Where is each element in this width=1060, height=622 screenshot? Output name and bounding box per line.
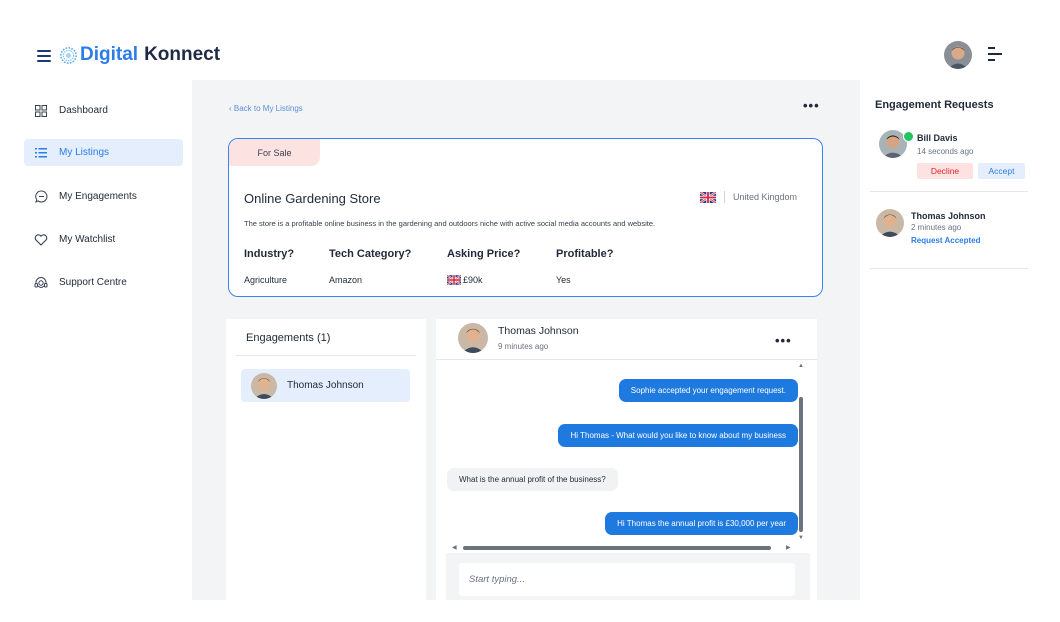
engagement-requests-title: Engagement Requests [875,99,994,111]
avatar [458,323,488,353]
country-name: United Kingdom [732,192,797,202]
chat-horizontal-scrollbar[interactable] [463,546,771,550]
list-icon [34,146,48,160]
scroll-up-arrow-icon[interactable]: ▲ [798,363,804,369]
divider [436,359,817,360]
asking-price-text: £90k [463,275,483,285]
divider [870,268,1028,269]
sidebar-item-dashboard[interactable]: Dashboard [24,97,183,124]
listing-title: Online Gardening Store [244,191,381,206]
avatar-thomas-icon [251,372,277,399]
engagement-name: Thomas Johnson [287,380,364,391]
sidebar-item-label: Support Centre [59,277,127,288]
sidebar-item-label: Dashboard [59,105,108,116]
profitable-value: Yes [556,275,571,285]
listing-country: United Kingdom [699,191,797,203]
for-sale-badge: For Sale [229,139,320,166]
industry-header: Industry? [244,248,295,260]
tech-category-value: Amazon [329,275,363,285]
chat-panel: Thomas Johnson 9 minutes ago ••• Sophie … [436,319,817,600]
listing-description: The store is a profitable online busines… [244,219,656,228]
chat-message: Sophie accepted your engagement request. [618,379,798,402]
industry-value: Agriculture [244,275,288,285]
engagements-panel: Engagements (1) Thomas Johnson [226,319,426,600]
sidebar-item-support-centre[interactable]: Support Centre [24,269,183,296]
sidebar-item-my-watchlist[interactable]: My Watchlist [24,226,183,253]
engagements-count: (1) [316,332,331,344]
brand-logo[interactable]: Digital Konnect [60,44,220,66]
sidebar-item-my-engagements[interactable]: My Engagements [24,183,183,210]
chat-last-seen: 9 minutes ago [498,342,549,351]
decline-button[interactable]: Decline [917,163,973,179]
avatar [876,209,904,237]
scroll-down-arrow-icon[interactable]: ▼ [798,535,804,541]
sidebar-item-label: My Listings [59,147,110,158]
scroll-right-arrow-icon[interactable]: ▶ [786,544,791,551]
brand-word-2: Konnect [144,44,221,65]
avatar [251,372,277,399]
asking-price-value: £90k [447,275,483,285]
headset-icon [34,276,48,290]
logo-mark-icon [60,46,77,64]
scroll-thumb[interactable] [799,397,803,532]
listing-more-options-icon[interactable]: ••• [803,99,820,112]
uk-flag-icon [699,191,716,203]
listing-card: For Sale Online Gardening Store United K… [228,138,823,297]
panel-menu-icon[interactable] [988,47,1002,61]
scroll-left-arrow-icon[interactable]: ◀ [452,544,457,551]
chat-more-options-icon[interactable]: ••• [775,334,792,347]
chat-contact-name: Thomas Johnson [498,325,579,337]
sidebar-item-my-listings[interactable]: My Listings [24,139,183,166]
grid-icon [34,104,48,118]
sidebar-item-label: My Watchlist [59,234,116,245]
user-avatar[interactable] [944,41,972,69]
requester-name: Thomas Johnson [911,211,986,221]
divider [236,355,416,356]
request-time: 2 minutes ago [911,223,962,232]
back-to-listings-link[interactable]: ‹ Back to My Listings [229,104,303,113]
sidebar-item-label: My Engagements [59,191,137,202]
engagement-list-item[interactable]: Thomas Johnson [241,369,410,402]
tech-category-header: Tech Category? [329,248,412,260]
request-status: Request Accepted [911,236,981,245]
requester-name: Bill Davis [917,133,958,143]
engagements-title: Engagements [246,332,314,344]
profitable-header: Profitable? [556,248,614,260]
user-avatar-icon [944,41,972,69]
engagements-header: Engagements (1) [246,332,330,344]
chat-message-input[interactable] [459,563,795,596]
online-status-indicator [903,131,914,142]
chat-message: Hi Thomas - What would you like to know … [558,424,798,447]
chat-icon [34,190,48,204]
asking-price-header: Asking Price? [447,248,521,260]
chat-message: Hi Thomas the annual profit is £30,000 p… [605,512,798,535]
chat-input-area [446,553,810,600]
avatar-thomas-icon [458,323,488,353]
hamburger-menu-icon[interactable] [37,50,51,62]
divider [870,191,1028,192]
chat-vertical-scrollbar[interactable]: ▲ ▼ [798,363,804,545]
avatar-thomas-icon [876,209,904,237]
heart-icon [34,233,48,247]
chat-message: What is the annual profit of the busines… [447,468,618,491]
accept-button[interactable]: Accept [978,163,1025,179]
brand-word-1: Digital [80,44,139,65]
request-time: 14 seconds ago [917,147,974,156]
uk-flag-icon [447,275,461,285]
